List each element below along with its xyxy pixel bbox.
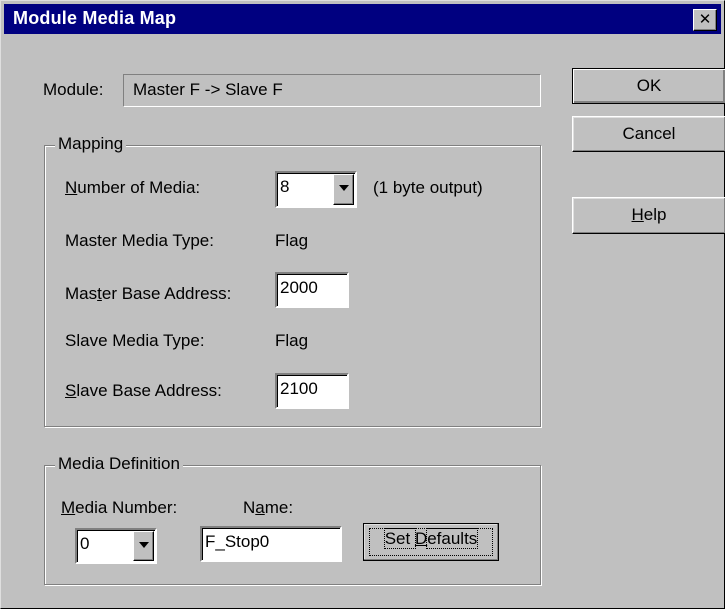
cancel-button-label: Cancel xyxy=(622,124,676,143)
output-note: (1 byte output) xyxy=(373,178,483,197)
master-base-address-input[interactable]: 2000 xyxy=(275,272,349,308)
name-label: Name: xyxy=(243,498,294,517)
media-number-dropdown-icon[interactable] xyxy=(133,531,154,561)
set-defaults-button[interactable]: Set Defaults xyxy=(363,523,499,561)
slave-media-type-value: Flag xyxy=(275,331,309,350)
cancel-button[interactable]: Cancel xyxy=(572,116,725,152)
media-number-combo[interactable]: 0 xyxy=(75,528,157,564)
name-input[interactable]: F_Stop0 xyxy=(200,526,342,562)
media-number-value: 0 xyxy=(80,534,90,553)
module-media-map-dialog: Module Media Map ✕ Module: Master F -> S… xyxy=(0,0,725,609)
help-button[interactable]: Help xyxy=(572,197,725,234)
name-value: F_Stop0 xyxy=(205,532,270,551)
title-bar[interactable]: Module Media Map ✕ xyxy=(4,4,721,34)
slave-base-address-label: Slave Base Address: xyxy=(65,381,222,400)
number-of-media-value: 8 xyxy=(280,177,290,196)
slave-base-address-value: 2100 xyxy=(280,379,318,398)
close-button[interactable]: ✕ xyxy=(693,9,717,31)
ok-button-label: OK xyxy=(636,76,662,95)
help-button-label: Help xyxy=(631,205,667,224)
module-field: Master F -> Slave F xyxy=(123,74,541,107)
module-label: Module: xyxy=(43,80,104,99)
slave-base-address-input[interactable]: 2100 xyxy=(275,373,349,409)
master-base-address-value: 2000 xyxy=(280,278,318,297)
set-defaults-button-label: Set Defaults xyxy=(369,528,493,556)
slave-media-type-label: Slave Media Type: xyxy=(65,331,205,350)
number-of-media-dropdown-icon[interactable] xyxy=(333,174,354,205)
ok-button[interactable]: OK xyxy=(572,68,725,104)
media-definition-group-title: Media Definition xyxy=(55,454,183,474)
media-number-label: Media Number: xyxy=(61,498,178,517)
close-icon: ✕ xyxy=(698,11,712,28)
window-title: Module Media Map xyxy=(13,8,177,28)
number-of-media-combo[interactable]: 8 xyxy=(275,171,357,208)
module-value: Master F -> Slave F xyxy=(133,80,283,99)
mapping-group-title: Mapping xyxy=(55,134,127,154)
master-media-type-label: Master Media Type: xyxy=(65,231,214,250)
master-base-address-label: Master Base Address: xyxy=(65,284,232,303)
master-media-type-value: Flag xyxy=(275,231,309,250)
number-of-media-label: Number of Media: xyxy=(65,178,201,197)
